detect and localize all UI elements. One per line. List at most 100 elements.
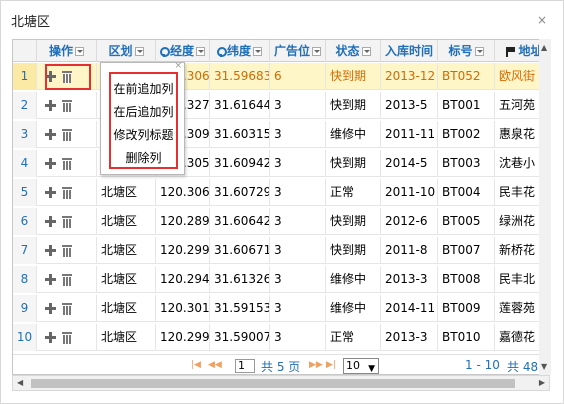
filter-dropdown-icon[interactable] xyxy=(75,47,84,56)
menu-item-insert-after[interactable]: 在后追加列 xyxy=(111,101,176,123)
add-row-icon[interactable] xyxy=(45,158,56,169)
delete-row-icon[interactable] xyxy=(62,99,72,112)
header-latitude[interactable]: 纬度 xyxy=(210,40,270,62)
vertical-scrollbar[interactable]: ▲ ▼ xyxy=(539,39,551,375)
header-longitude[interactable]: 经度 xyxy=(156,40,210,62)
cell-lat: 31.607295 xyxy=(210,179,270,206)
add-row-icon[interactable] xyxy=(45,129,56,140)
cell-lat: 31.591532 xyxy=(210,295,270,322)
cell-date: 2011-10 xyxy=(381,179,438,206)
horizontal-scrollbar[interactable]: ◀ ▶ xyxy=(12,375,550,391)
table-row[interactable]: 7北塘区120.2992831.6067123快到期2011-8BT007新桥花 xyxy=(13,237,549,264)
add-row-icon[interactable] xyxy=(45,332,56,343)
chevron-down-icon: ▼ xyxy=(368,364,375,374)
cell-status: 快到期 xyxy=(326,92,381,119)
page-number-input[interactable]: 1 xyxy=(235,359,255,373)
header-district[interactable]: 区划 xyxy=(97,40,156,62)
filter-dropdown-icon[interactable] xyxy=(196,47,205,56)
cell-district: 北塘区 xyxy=(97,295,156,322)
scroll-right-icon[interactable]: ▶ xyxy=(539,378,545,387)
row-actions xyxy=(37,266,97,293)
table-row[interactable]: 2北塘区120.3276531.6164433快到期2013-5BT001五河苑 xyxy=(13,92,549,119)
scroll-thumb[interactable] xyxy=(31,379,515,388)
table-row[interactable]: 3北塘区120.3091531.6031563维修中2011-11BT002惠泉… xyxy=(13,121,549,148)
header-status[interactable]: 状态 xyxy=(326,40,381,62)
cell-lat: 31.616443 xyxy=(210,92,270,119)
delete-row-icon[interactable] xyxy=(62,302,72,315)
prev-page-icon[interactable]: ◀◀ xyxy=(208,360,222,372)
filter-dropdown-icon[interactable] xyxy=(134,47,144,56)
data-grid: 操作 区划 经度 纬度 广告位 状态 入库时间 标号 地址 1北塘区120.30… xyxy=(12,39,550,375)
cell-lng: 120.29928 xyxy=(156,237,210,264)
table-row[interactable]: 6北塘区120.2898631.606423快到期2012-6BT005绿洲花 xyxy=(13,208,549,235)
add-row-icon[interactable] xyxy=(45,100,56,111)
first-page-icon[interactable]: |◀ xyxy=(191,360,201,372)
add-row-icon[interactable] xyxy=(45,187,56,198)
cell-ad: 6 xyxy=(270,63,326,90)
row-actions xyxy=(37,92,97,119)
filter-dropdown-icon[interactable] xyxy=(361,47,371,56)
last-page-icon[interactable]: ▶| xyxy=(326,360,336,372)
delete-row-icon[interactable] xyxy=(62,215,72,228)
table-row[interactable]: 1北塘区120.3063231.5968356快到期2013-12BT052欧风… xyxy=(13,63,549,90)
pin-icon xyxy=(159,46,170,57)
table-row[interactable]: 5北塘区120.3061631.6072953正常2011-10BT004民丰花 xyxy=(13,179,549,206)
cell-code: BT002 xyxy=(438,121,495,148)
pager: |◀ ◀◀ 1 共 5 页 ▶▶ ▶| 10 ▼ 1 - 10 共 48 xyxy=(13,354,549,374)
cell-code: BT007 xyxy=(438,237,495,264)
cell-date: 2013-3 xyxy=(381,266,438,293)
filter-dropdown-icon[interactable] xyxy=(253,47,262,56)
cell-lat: 31.590073 xyxy=(210,324,270,351)
close-icon[interactable]: × xyxy=(537,13,547,27)
next-page-icon[interactable]: ▶▶ xyxy=(309,360,323,372)
menu-item-rename-column[interactable]: 修改列标题 xyxy=(111,124,176,146)
row-number: 6 xyxy=(13,208,37,235)
add-row-icon[interactable] xyxy=(45,303,56,314)
delete-row-icon[interactable] xyxy=(62,331,72,344)
page-size-select[interactable]: 10 ▼ xyxy=(343,358,379,374)
cell-date: 2013-12 xyxy=(381,63,438,90)
cell-lng: 120.29481 xyxy=(156,266,210,293)
cell-ad: 3 xyxy=(270,179,326,206)
scroll-up-icon[interactable]: ▲ xyxy=(541,43,547,52)
scroll-down-icon[interactable]: ▼ xyxy=(541,362,547,371)
header-ops[interactable]: 操作 xyxy=(37,40,97,62)
menu-item-insert-before[interactable]: 在前追加列 xyxy=(111,78,176,100)
delete-row-icon[interactable] xyxy=(62,273,72,286)
menu-item-delete-column[interactable]: 删除列 xyxy=(111,147,176,169)
flag-icon xyxy=(506,46,516,57)
cell-lat: 31.606712 xyxy=(210,237,270,264)
table-row[interactable]: 8北塘区120.2948131.6132613维修中2013-3BT008民丰北 xyxy=(13,266,549,293)
close-icon[interactable]: × xyxy=(174,61,182,71)
cell-ad: 3 xyxy=(270,121,326,148)
table-row[interactable]: 4北塘区120.3053331.6094243快到期2014-5BT003沈巷小 xyxy=(13,150,549,177)
add-row-icon[interactable] xyxy=(45,274,56,285)
cell-lng: 120.30616 xyxy=(156,179,210,206)
table-row[interactable]: 9北塘区120.3014031.5915323维修中2014-11BT009莲蓉… xyxy=(13,295,549,322)
cell-status: 快到期 xyxy=(326,208,381,235)
delete-row-icon[interactable] xyxy=(62,186,72,199)
table-row[interactable]: 10北塘区120.2997531.5900733正常2013-3BT010嘉德花 xyxy=(13,324,549,351)
cell-code: BT005 xyxy=(438,208,495,235)
cell-ad: 3 xyxy=(270,150,326,177)
scroll-left-icon[interactable]: ◀ xyxy=(17,378,23,387)
header-date[interactable]: 入库时间 xyxy=(381,40,438,62)
cell-district: 北塘区 xyxy=(97,179,156,206)
cell-ad: 3 xyxy=(270,295,326,322)
delete-row-icon[interactable] xyxy=(62,244,72,257)
pin-icon xyxy=(216,46,227,57)
add-row-icon[interactable] xyxy=(45,245,56,256)
cell-lat: 31.613261 xyxy=(210,266,270,293)
filter-dropdown-icon[interactable] xyxy=(312,47,321,56)
row-number: 2 xyxy=(13,92,37,119)
delete-row-icon[interactable] xyxy=(62,128,72,141)
header-ad-slot[interactable]: 广告位 xyxy=(270,40,326,62)
cell-date: 2014-5 xyxy=(381,150,438,177)
header-code[interactable]: 标号 xyxy=(438,40,495,62)
context-menu-highlight: 在前追加列 在后追加列 修改列标题 删除列 xyxy=(109,72,178,169)
delete-row-icon[interactable] xyxy=(62,157,72,170)
cell-status: 正常 xyxy=(326,179,381,206)
cell-date: 2011-8 xyxy=(381,237,438,264)
filter-dropdown-icon[interactable] xyxy=(474,47,484,56)
add-row-icon[interactable] xyxy=(45,216,56,227)
